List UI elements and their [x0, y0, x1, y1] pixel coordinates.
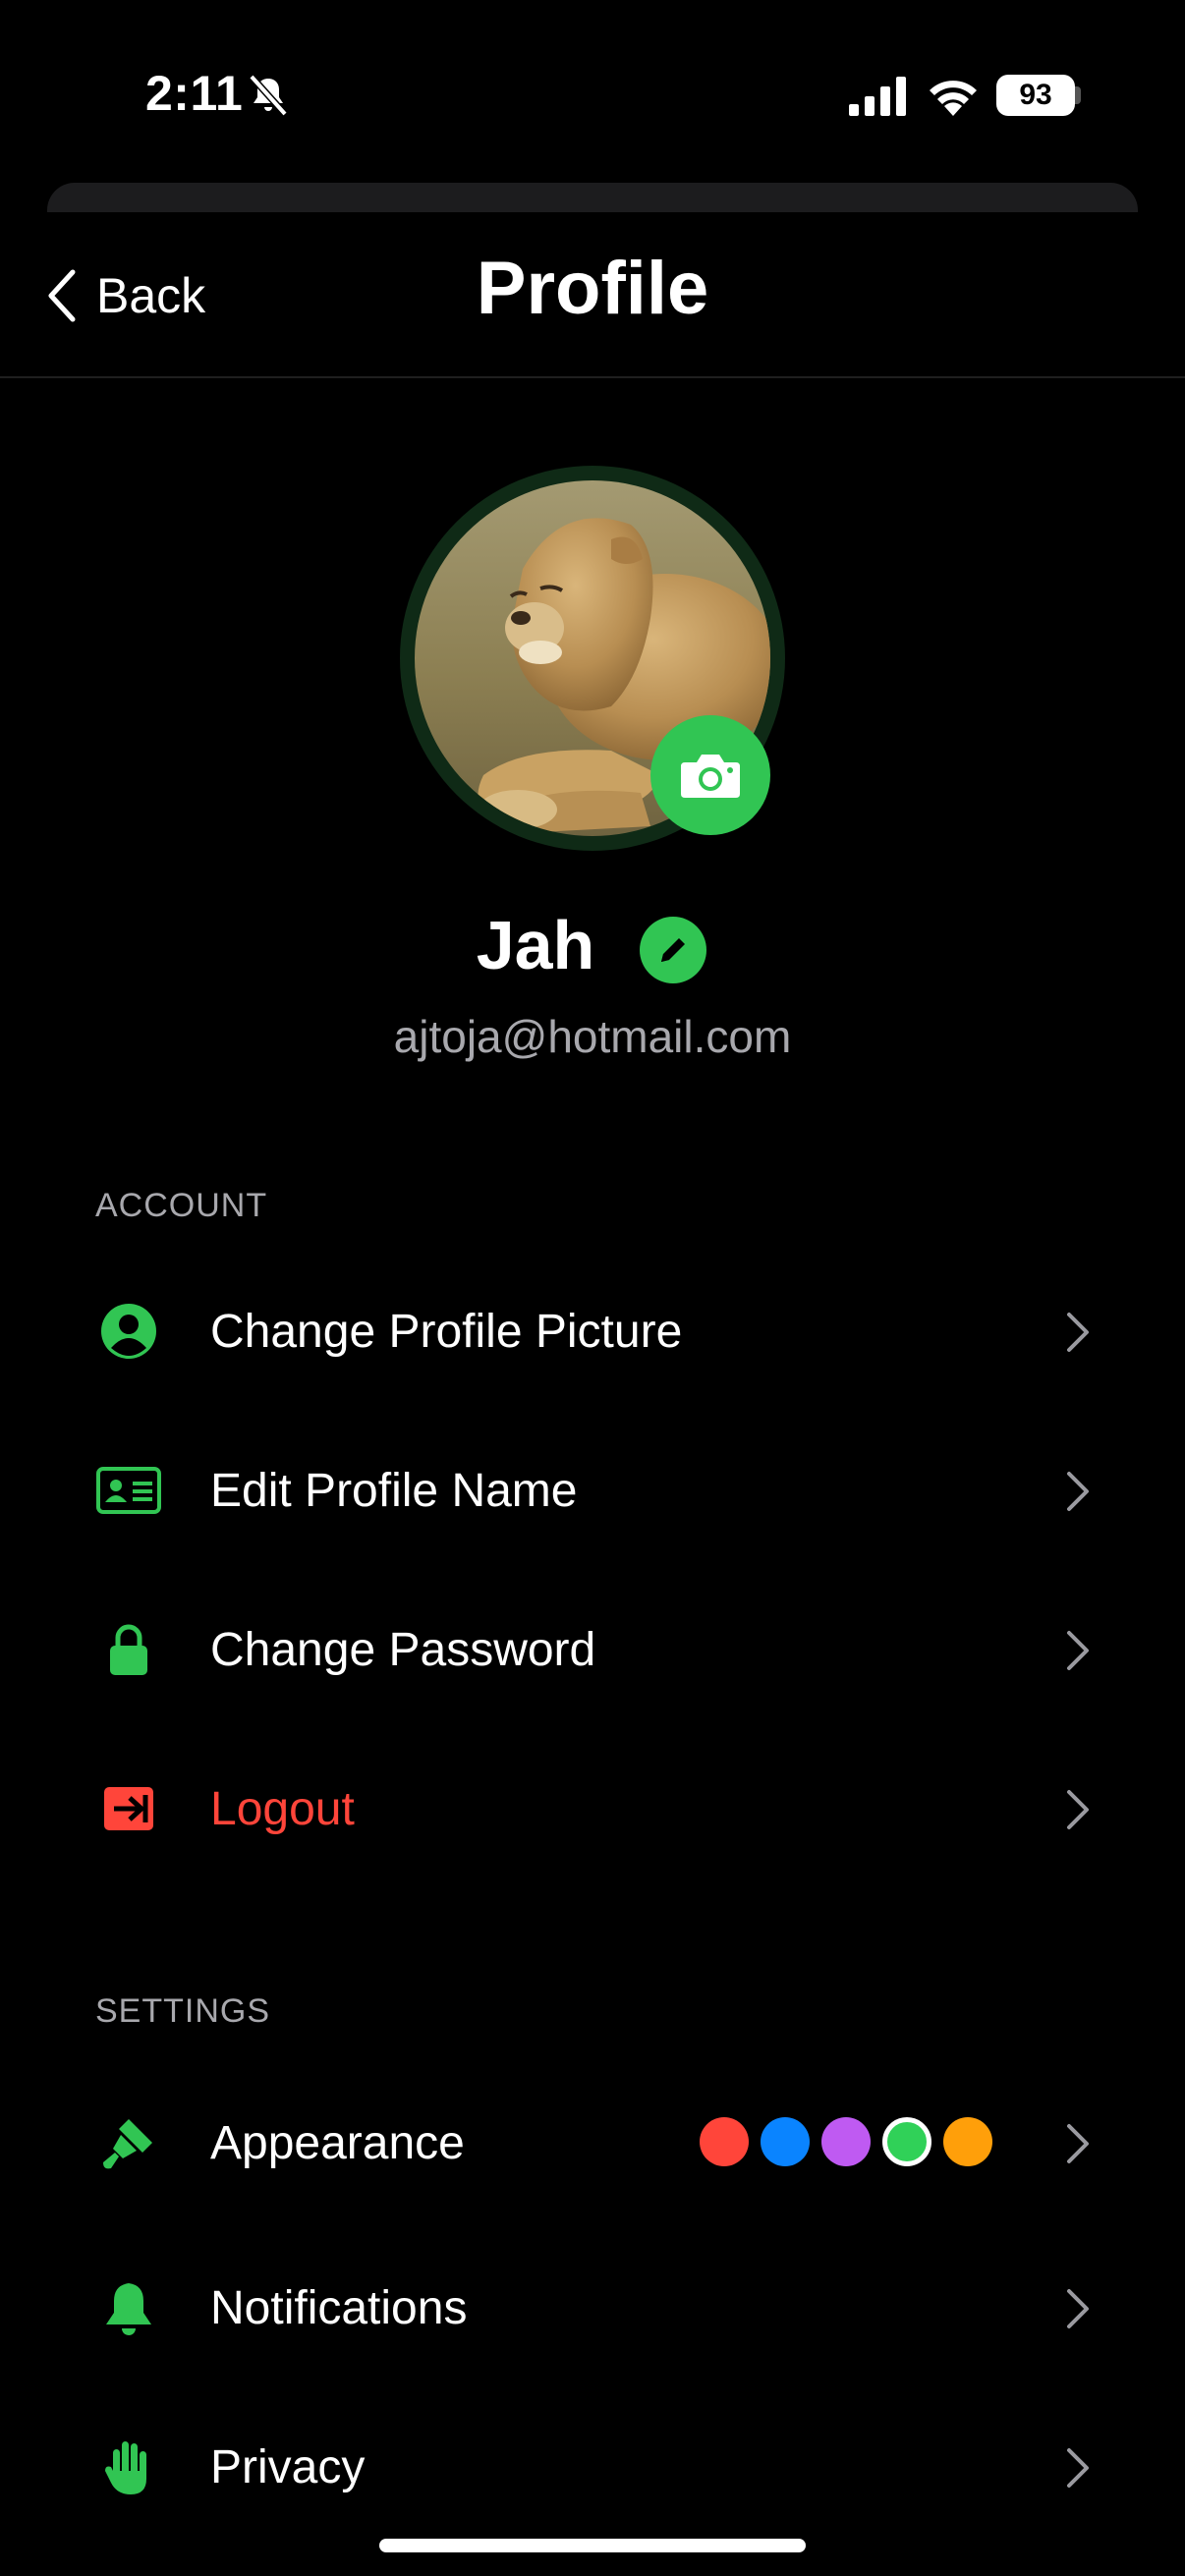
page-title: Profile: [476, 247, 709, 330]
chevron-right-icon: [1067, 1631, 1089, 1670]
status-time: 2:11: [145, 66, 244, 121]
row-label: Appearance: [210, 2117, 465, 2169]
privacy-row[interactable]: Privacy: [0, 2393, 1185, 2541]
settings-section-header: SETTINGS: [95, 1992, 271, 2030]
chevron-right-icon: [1067, 2289, 1089, 2328]
battery-level: 93: [1019, 79, 1052, 111]
battery-cap: [1075, 86, 1081, 104]
color-swatch[interactable]: [700, 2117, 749, 2166]
row-label: Change Profile Picture: [210, 1306, 683, 1358]
chevron-right-icon: [1067, 2448, 1089, 2488]
color-swatch[interactable]: [882, 2117, 931, 2166]
logout-row[interactable]: Logout: [0, 1735, 1185, 1882]
paintbrush-icon: [94, 2108, 163, 2177]
chevron-right-icon: [1067, 1313, 1089, 1352]
logout-icon: [94, 1774, 163, 1843]
sheet-edge: [47, 183, 1138, 212]
profile-email: ajtoja@hotmail.com: [393, 1011, 792, 1062]
chevron-right-icon: [1067, 2124, 1089, 2163]
silent-bell-icon: [249, 74, 288, 117]
cellular-signal-icon: [849, 77, 906, 116]
color-swatch[interactable]: [821, 2117, 871, 2166]
edit-profile-name-row[interactable]: Edit Profile Name: [0, 1417, 1185, 1564]
pencil-icon: [661, 938, 685, 962]
row-label: Change Password: [210, 1624, 596, 1676]
hand-icon: [94, 2433, 163, 2501]
camera-icon: [681, 755, 740, 798]
color-swatches: [700, 2117, 992, 2168]
appearance-row[interactable]: Appearance: [0, 2069, 1185, 2216]
account-section-header: ACCOUNT: [95, 1187, 268, 1224]
profile-name: Jah: [476, 907, 595, 983]
change-profile-picture-row[interactable]: Change Profile Picture: [0, 1258, 1185, 1405]
wifi-icon: [930, 81, 977, 116]
nav-divider: [0, 376, 1185, 378]
row-label: Privacy: [210, 2441, 366, 2493]
id-card-icon: [94, 1456, 163, 1525]
chevron-right-icon: [1067, 1472, 1089, 1511]
color-swatch[interactable]: [761, 2117, 810, 2166]
notifications-row[interactable]: Notifications: [0, 2234, 1185, 2381]
person-circle-icon: [94, 1297, 163, 1366]
battery-indicator: 93: [996, 75, 1075, 116]
change-password-row[interactable]: Change Password: [0, 1576, 1185, 1723]
row-label: Notifications: [210, 2282, 468, 2334]
edit-name-button[interactable]: [640, 917, 706, 983]
chevron-right-icon: [1067, 1790, 1089, 1829]
row-label: Edit Profile Name: [210, 1465, 578, 1517]
row-label: Logout: [210, 1783, 355, 1835]
home-indicator: [379, 2539, 806, 2552]
lock-icon: [94, 1615, 163, 1684]
change-photo-button[interactable]: [650, 715, 770, 835]
bell-icon: [94, 2273, 163, 2342]
color-swatch[interactable]: [943, 2117, 992, 2166]
